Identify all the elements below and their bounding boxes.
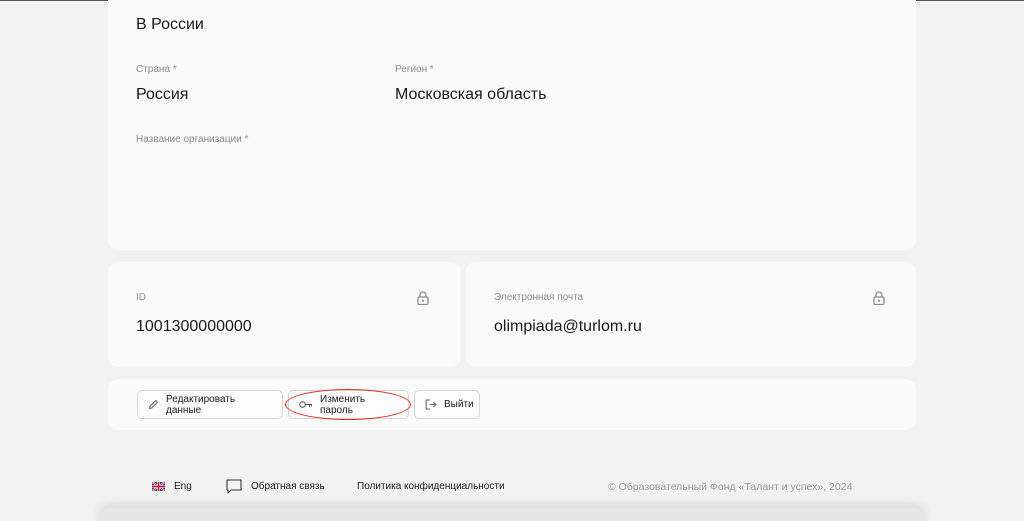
id-label: ID <box>136 292 146 303</box>
logout-button[interactable]: Выйти <box>414 390 480 419</box>
region-label: Регион * <box>395 64 434 75</box>
logout-icon <box>425 399 437 410</box>
chat-bubble-icon <box>226 479 242 494</box>
language-label: Eng <box>174 481 192 492</box>
lock-icon <box>873 291 885 305</box>
language-switch[interactable]: Eng <box>152 481 192 492</box>
feedback-label: Обратная связь <box>251 481 325 492</box>
id-card: ID 1001300000000 <box>108 262 461 367</box>
lock-icon <box>417 291 429 305</box>
logout-label: Выйти <box>444 399 474 410</box>
privacy-policy-link[interactable]: Политика конфиденциальности <box>357 481 505 492</box>
key-icon <box>299 401 312 408</box>
bottom-overlay-edge <box>100 508 924 521</box>
region-value[interactable]: Московская область <box>395 86 546 104</box>
change-password-label: Изменить пароль <box>320 393 366 416</box>
organization-label: Название организации * <box>136 134 249 145</box>
edit-data-button[interactable]: Редактировать данные <box>137 390 283 419</box>
email-label: Электронная почта <box>494 292 584 303</box>
organization-value[interactable] <box>136 152 888 222</box>
edit-data-label: Редактировать данные <box>166 393 236 416</box>
pencil-icon <box>148 399 159 410</box>
privacy-policy-label: Политика конфиденциальности <box>357 481 505 492</box>
email-card: Электронная почта olimpiada@turlom.ru <box>466 262 916 367</box>
country-value[interactable]: Россия <box>136 86 188 104</box>
feedback-link[interactable]: Обратная связь <box>226 479 325 494</box>
location-card: В России Страна * Россия Регион * Москов… <box>108 0 916 250</box>
country-label: Страна * <box>136 64 177 75</box>
id-value: 1001300000000 <box>136 318 252 335</box>
change-password-button[interactable]: Изменить пароль <box>288 390 409 419</box>
email-value: olimpiada@turlom.ru <box>494 318 642 335</box>
uk-flag-icon <box>152 482 165 491</box>
copyright-text: © Образовательный Фонд «Талант и успех»,… <box>608 481 853 493</box>
section-title: В России <box>136 16 204 33</box>
